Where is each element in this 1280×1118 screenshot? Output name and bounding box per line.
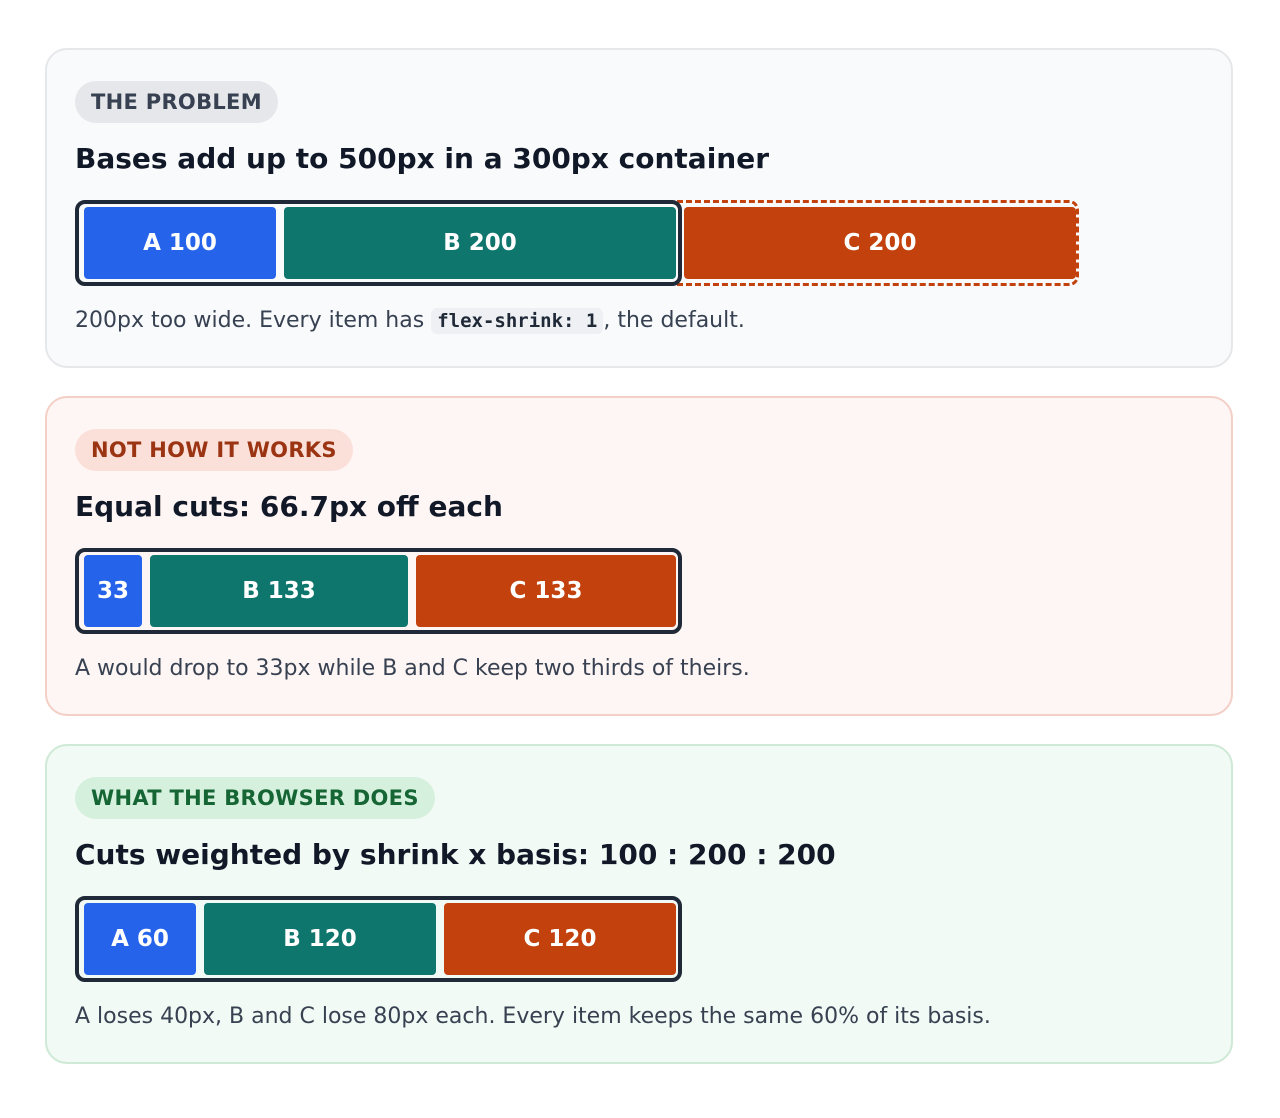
equal-cuts-panel: NOT HOW IT WORKS Equal cuts: 66.7px off … xyxy=(45,396,1233,716)
item-b: B 200 xyxy=(284,207,676,279)
caption-text-before: 200px too wide. Every item has xyxy=(75,308,432,333)
problem-title: Bases add up to 500px in a 300px contain… xyxy=(75,142,770,175)
browser-caption: A loses 40px, B and C lose 80px each. Ev… xyxy=(75,1004,991,1029)
item-b: B 120 xyxy=(204,903,436,975)
problem-badge: THE PROBLEM xyxy=(75,81,278,123)
item-a: A 100 xyxy=(84,207,276,279)
flex-shrink-code: flex-shrink: 1 xyxy=(431,308,604,334)
item-a: 33 xyxy=(84,555,142,627)
item-b: B 133 xyxy=(150,555,408,627)
item-a: A 60 xyxy=(84,903,196,975)
equal-cuts-caption: A would drop to 33px while B and C keep … xyxy=(75,656,750,681)
problem-caption: 200px too wide. Every item has flex-shri… xyxy=(75,308,745,334)
problem-panel: THE PROBLEM Bases add up to 500px in a 3… xyxy=(45,48,1233,368)
item-c: C 133 xyxy=(416,555,676,627)
item-c: C 120 xyxy=(444,903,676,975)
caption-text-after: , the default. xyxy=(603,308,745,333)
browser-panel: WHAT THE BROWSER DOES Cuts weighted by s… xyxy=(45,744,1233,1064)
item-c: C 200 xyxy=(684,207,1076,279)
browser-title: Cuts weighted by shrink x basis: 100 : 2… xyxy=(75,838,836,871)
equal-cuts-title: Equal cuts: 66.7px off each xyxy=(75,490,503,523)
browser-badge: WHAT THE BROWSER DOES xyxy=(75,777,435,819)
equal-cuts-badge: NOT HOW IT WORKS xyxy=(75,429,353,471)
